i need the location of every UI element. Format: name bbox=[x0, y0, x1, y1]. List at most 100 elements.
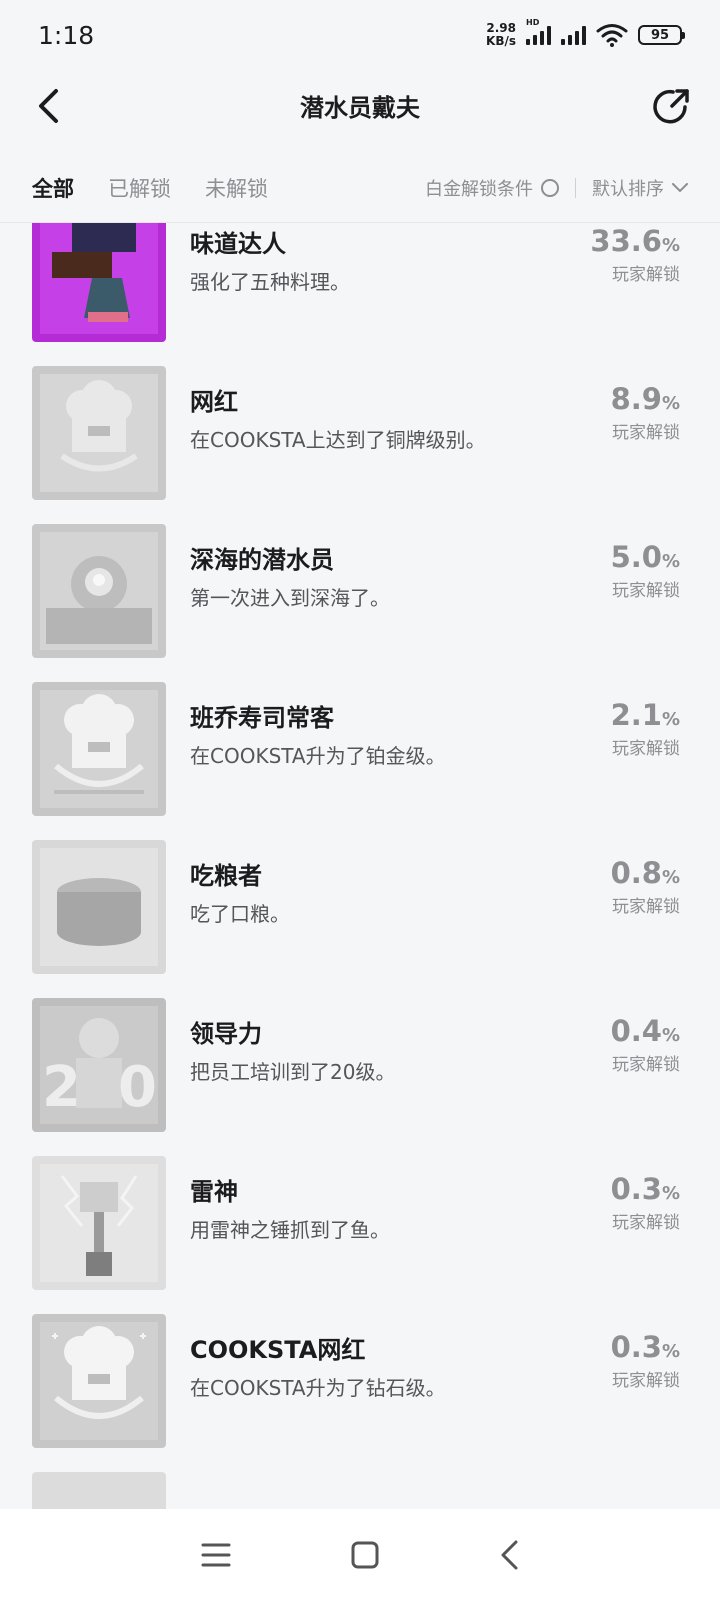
ration-can-icon bbox=[32, 840, 166, 974]
deep-sea-diver-icon bbox=[32, 524, 166, 658]
filter-bar: 全部 已解锁 未解锁 白金解锁条件 默认排序 bbox=[0, 160, 720, 216]
achievement-desc: 吃了口粮。 bbox=[190, 902, 290, 926]
chef-hat-platinum-icon bbox=[32, 682, 166, 816]
unlock-stat: 33.6% 玩家解锁 bbox=[590, 224, 680, 285]
achievement-list[interactable]: 味道达人 强化了五种料理。 33.6% 玩家解锁 网红 在COOKSTA上达到了… bbox=[0, 223, 720, 1509]
chevron-down-icon bbox=[672, 183, 688, 193]
partial-icon bbox=[32, 1472, 166, 1509]
unlock-stat: 8.9% 玩家解锁 bbox=[611, 382, 680, 443]
achievement-desc: 在COOKSTA升为了铂金级。 bbox=[190, 744, 446, 768]
achievement-desc: 把员工培训到了20级。 bbox=[190, 1060, 396, 1084]
thor-hammer-icon bbox=[32, 1156, 166, 1290]
back-button[interactable] bbox=[28, 84, 68, 128]
signal-hd-icon: HD bbox=[526, 18, 551, 45]
unlock-rate: 0.4 bbox=[610, 1014, 662, 1048]
achievement-desc: 在COOKSTA升为了钻石级。 bbox=[190, 1376, 446, 1400]
unlock-rate: 8.9 bbox=[610, 382, 662, 416]
unlock-label: 玩家解锁 bbox=[612, 1371, 680, 1391]
filter-divider bbox=[575, 178, 576, 198]
share-icon bbox=[653, 89, 689, 124]
achievement-item-partial[interactable] bbox=[0, 1460, 720, 1509]
chef-hat-bronze-icon bbox=[32, 366, 166, 500]
menu-icon[interactable] bbox=[201, 1542, 231, 1568]
achievement-item[interactable]: 网红 在COOKSTA上达到了铜牌级别。 8.9% 玩家解锁 bbox=[0, 354, 720, 512]
achievement-title: 深海的潜水员 bbox=[190, 546, 334, 574]
battery-level: 95 bbox=[650, 27, 670, 43]
unlock-rate-unit: % bbox=[661, 235, 680, 256]
system-nav-bar bbox=[0, 1509, 720, 1601]
share-button[interactable] bbox=[650, 84, 694, 128]
svg-text:0: 0 bbox=[118, 1055, 157, 1120]
signal-icon bbox=[561, 25, 586, 45]
unlock-rate: 33.6 bbox=[590, 224, 662, 258]
achievement-item[interactable]: 吃粮者 吃了口粮。 0.8% 玩家解锁 bbox=[0, 828, 720, 986]
unlock-stat: 5.0% 玩家解锁 bbox=[611, 540, 680, 601]
radio-icon bbox=[541, 179, 559, 197]
app-header: 潜水员戴夫 bbox=[0, 70, 720, 140]
page-title: 潜水员戴夫 bbox=[300, 93, 420, 122]
svg-text:2: 2 bbox=[42, 1055, 81, 1120]
unlock-rate: 5.0 bbox=[610, 540, 662, 574]
unlock-rate-unit: % bbox=[661, 551, 680, 572]
unlock-rate: 0.3 bbox=[610, 1172, 662, 1206]
purple-dish-icon bbox=[32, 223, 166, 342]
achievement-desc: 在COOKSTA上达到了铜牌级别。 bbox=[190, 428, 486, 452]
unlock-rate-unit: % bbox=[661, 1025, 680, 1046]
unlock-label: 玩家解锁 bbox=[612, 1055, 680, 1075]
tab-all[interactable]: 全部 bbox=[32, 173, 74, 203]
achievement-title: COOKSTA网红 bbox=[190, 1336, 366, 1364]
status-bar: 1:18 2.98 KB/s HD 95 bbox=[0, 0, 720, 70]
unlock-label: 玩家解锁 bbox=[612, 897, 680, 917]
sort-label: 默认排序 bbox=[592, 179, 664, 200]
unlock-rate-unit: % bbox=[661, 867, 680, 888]
achievement-item[interactable]: 味道达人 强化了五种料理。 33.6% 玩家解锁 bbox=[0, 223, 720, 354]
unlock-stat: 2.1% 玩家解锁 bbox=[611, 698, 680, 759]
unlock-stat: 0.4% 玩家解锁 bbox=[611, 1014, 680, 1075]
unlock-rate-unit: % bbox=[661, 1183, 680, 1204]
unlock-label: 玩家解锁 bbox=[612, 265, 680, 285]
network-speed-unit: KB/s bbox=[486, 34, 516, 48]
achievement-title: 味道达人 bbox=[190, 230, 286, 258]
unlock-label: 玩家解锁 bbox=[612, 423, 680, 443]
status-time: 1:18 bbox=[38, 20, 95, 50]
status-icons: 2.98 KB/s HD 95 bbox=[486, 18, 685, 48]
back-nav-icon[interactable] bbox=[499, 1540, 519, 1570]
network-speed: 2.98 KB/s bbox=[486, 22, 516, 48]
unlock-rate-unit: % bbox=[661, 1341, 680, 1362]
achievement-item[interactable]: COOKSTA网红 在COOKSTA升为了钻石级。 0.3% 玩家解锁 bbox=[0, 1302, 720, 1460]
achievement-item[interactable]: 深海的潜水员 第一次进入到深海了。 5.0% 玩家解锁 bbox=[0, 512, 720, 670]
unlock-stat: 0.3% 玩家解锁 bbox=[611, 1330, 680, 1391]
unlock-rate: 0.8 bbox=[610, 856, 662, 890]
chef-hat-diamond-icon bbox=[32, 1314, 166, 1448]
achievement-desc: 强化了五种料理。 bbox=[190, 270, 350, 294]
achievement-item[interactable]: 雷神 用雷神之锤抓到了鱼。 0.3% 玩家解锁 bbox=[0, 1144, 720, 1302]
hd-label: HD bbox=[526, 18, 540, 27]
achievement-desc: 第一次进入到深海了。 bbox=[190, 586, 390, 610]
wifi-icon bbox=[596, 24, 628, 47]
unlock-rate-unit: % bbox=[661, 393, 680, 414]
achievement-title: 领导力 bbox=[190, 1020, 262, 1048]
tab-unlocked[interactable]: 已解锁 bbox=[108, 173, 171, 203]
chevron-left-icon bbox=[39, 89, 58, 123]
achievement-item[interactable]: 2 0 领导力 把员工培训到了20级。 0.4% 玩家解锁 bbox=[0, 986, 720, 1144]
unlock-rate: 2.1 bbox=[610, 698, 662, 732]
achievement-desc: 用雷神之锤抓到了鱼。 bbox=[190, 1218, 390, 1242]
sort-dropdown[interactable]: 默认排序 bbox=[592, 175, 688, 201]
platinum-condition-toggle[interactable]: 白金解锁条件 bbox=[425, 175, 559, 201]
tab-locked[interactable]: 未解锁 bbox=[205, 173, 268, 203]
platinum-condition-label: 白金解锁条件 bbox=[425, 179, 533, 200]
achievement-title: 吃粮者 bbox=[190, 862, 262, 890]
unlock-stat: 0.3% 玩家解锁 bbox=[611, 1172, 680, 1233]
achievement-title: 班乔寿司常客 bbox=[190, 704, 334, 732]
unlock-label: 玩家解锁 bbox=[612, 1213, 680, 1233]
achievement-item[interactable]: 班乔寿司常客 在COOKSTA升为了铂金级。 2.1% 玩家解锁 bbox=[0, 670, 720, 828]
achievement-title: 雷神 bbox=[190, 1178, 238, 1206]
unlock-stat: 0.8% 玩家解锁 bbox=[611, 856, 680, 917]
unlock-rate: 0.3 bbox=[610, 1330, 662, 1364]
home-icon[interactable] bbox=[351, 1541, 379, 1569]
unlock-rate-unit: % bbox=[661, 709, 680, 730]
unlock-label: 玩家解锁 bbox=[612, 739, 680, 759]
battery-icon: 95 bbox=[638, 25, 685, 45]
unlock-label: 玩家解锁 bbox=[612, 581, 680, 601]
staff-level-20-icon: 2 0 bbox=[32, 998, 166, 1132]
